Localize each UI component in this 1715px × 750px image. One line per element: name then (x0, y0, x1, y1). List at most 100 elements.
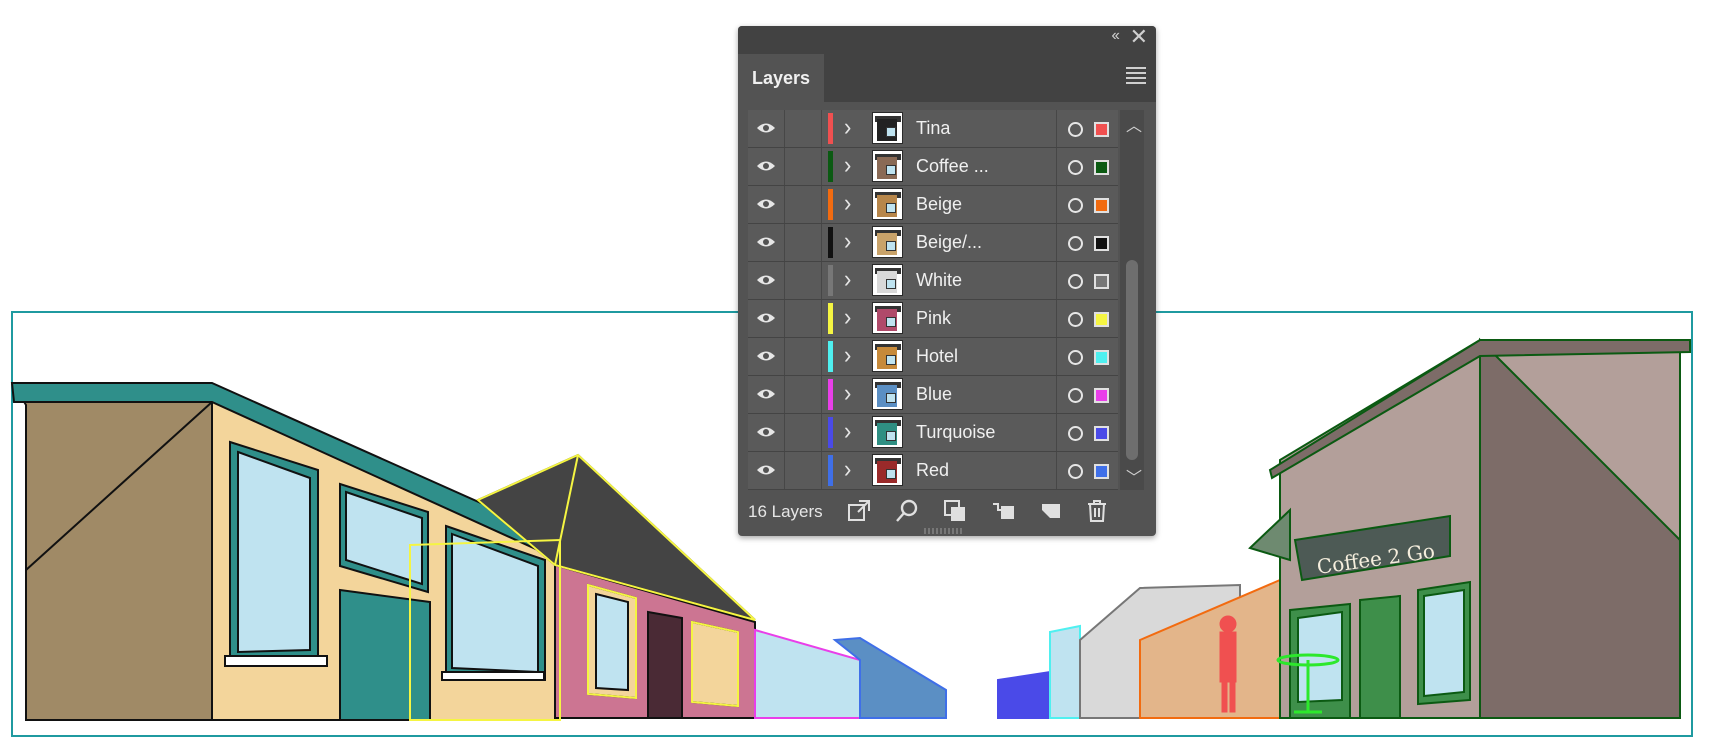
expand-chevron-icon[interactable]: › (844, 112, 851, 142)
scroll-thumb[interactable] (1126, 260, 1138, 460)
target-circle-icon[interactable] (1068, 236, 1083, 251)
eye-icon (757, 199, 775, 209)
layer-name[interactable]: Tina (916, 118, 950, 139)
delete-layer-icon[interactable] (1084, 498, 1110, 524)
layer-name[interactable]: Beige/... (916, 232, 982, 253)
export-icon[interactable] (846, 498, 872, 524)
layer-name[interactable]: Coffee ... (916, 156, 989, 177)
lock-toggle[interactable] (785, 376, 822, 413)
layer-name[interactable]: Red (916, 460, 949, 481)
target-circle-icon[interactable] (1068, 388, 1083, 403)
selection-color-square[interactable] (1094, 236, 1109, 251)
selection-color-square[interactable] (1094, 350, 1109, 365)
layer-color-bar (828, 379, 833, 410)
visibility-toggle[interactable] (748, 224, 785, 261)
layer-row[interactable]: › Red (748, 452, 1118, 490)
selection-color-square[interactable] (1094, 464, 1109, 479)
panel-resize-grip[interactable] (924, 528, 964, 534)
expand-chevron-icon[interactable]: › (844, 416, 851, 446)
selection-color-square[interactable] (1094, 274, 1109, 289)
collapse-panel-icon[interactable]: ‹‹ (1111, 27, 1120, 45)
eye-icon (757, 389, 775, 399)
layer-name[interactable]: White (916, 270, 962, 291)
visibility-toggle[interactable] (748, 148, 785, 185)
expand-chevron-icon[interactable]: › (844, 226, 851, 256)
panel-menu-icon[interactable] (1126, 64, 1146, 84)
expand-chevron-icon[interactable]: › (844, 454, 851, 484)
target-circle-icon[interactable] (1068, 426, 1083, 441)
layer-row[interactable]: › Tina (748, 110, 1118, 148)
layer-row[interactable]: › White (748, 262, 1118, 300)
visibility-toggle[interactable] (748, 338, 785, 375)
target-circle-icon[interactable] (1068, 464, 1083, 479)
layer-thumbnail (872, 340, 903, 372)
target-circle-icon[interactable] (1068, 122, 1083, 137)
layer-name[interactable]: Turquoise (916, 422, 995, 443)
lock-toggle[interactable] (785, 262, 822, 299)
lock-toggle[interactable] (785, 224, 822, 261)
selection-color-square[interactable] (1094, 160, 1109, 175)
eye-icon (757, 351, 775, 361)
create-sublayer-icon[interactable] (990, 498, 1016, 524)
selection-color-square[interactable] (1094, 312, 1109, 327)
scroll-down-icon[interactable]: ﹀ (1126, 464, 1142, 488)
target-cell (1056, 262, 1119, 299)
layer-row[interactable]: › Pink (748, 300, 1118, 338)
make-clipping-mask-icon[interactable] (942, 498, 968, 524)
visibility-toggle[interactable] (748, 376, 785, 413)
target-circle-icon[interactable] (1068, 350, 1083, 365)
expand-chevron-icon[interactable]: › (844, 340, 851, 370)
expand-chevron-icon[interactable]: › (844, 302, 851, 332)
expand-chevron-icon[interactable]: › (844, 150, 851, 180)
close-icon[interactable]: ✕ (1130, 24, 1148, 50)
lock-toggle[interactable] (785, 186, 822, 223)
layer-name[interactable]: Beige (916, 194, 962, 215)
expand-chevron-icon[interactable]: › (844, 378, 851, 408)
expand-chevron-icon[interactable]: › (844, 188, 851, 218)
selection-color-square[interactable] (1094, 388, 1109, 403)
lock-toggle[interactable] (785, 414, 822, 451)
lock-toggle[interactable] (785, 110, 822, 147)
layer-row[interactable]: › Beige/... (748, 224, 1118, 262)
visibility-toggle[interactable] (748, 452, 785, 489)
selection-color-square[interactable] (1094, 122, 1109, 137)
layer-color-bar (828, 265, 833, 296)
target-circle-icon[interactable] (1068, 160, 1083, 175)
visibility-toggle[interactable] (748, 300, 785, 337)
lock-toggle[interactable] (785, 148, 822, 185)
tab-layers[interactable]: Layers (738, 54, 824, 102)
locate-object-icon[interactable] (894, 498, 920, 524)
visibility-toggle[interactable] (748, 110, 785, 147)
target-cell (1056, 376, 1119, 413)
target-circle-icon[interactable] (1068, 312, 1083, 327)
scroll-up-icon[interactable]: ︿ (1126, 112, 1142, 136)
panel-titlebar[interactable]: ‹‹ ✕ (738, 24, 1156, 50)
create-new-layer-icon[interactable] (1038, 498, 1064, 524)
layer-row[interactable]: › Coffee ... (748, 148, 1118, 186)
layers-scrollbar[interactable]: ︿ ﹀ (1120, 110, 1144, 490)
layer-row[interactable]: › Blue (748, 376, 1118, 414)
target-cell (1056, 338, 1119, 375)
visibility-toggle[interactable] (748, 186, 785, 223)
expand-chevron-icon[interactable]: › (844, 264, 851, 294)
layer-color-bar (828, 303, 833, 334)
layer-color-bar (828, 227, 833, 258)
layer-name[interactable]: Blue (916, 384, 952, 405)
target-circle-icon[interactable] (1068, 274, 1083, 289)
blue-buildings (754, 624, 1081, 719)
layer-row[interactable]: › Beige (748, 186, 1118, 224)
lock-toggle[interactable] (785, 452, 822, 489)
layer-name[interactable]: Hotel (916, 346, 958, 367)
visibility-toggle[interactable] (748, 262, 785, 299)
layer-row[interactable]: › Turquoise (748, 414, 1118, 452)
lock-toggle[interactable] (785, 300, 822, 337)
layer-row[interactable]: › Hotel (748, 338, 1118, 376)
selection-color-square[interactable] (1094, 198, 1109, 213)
panel-tab-strip: Layers (738, 50, 1156, 102)
target-circle-icon[interactable] (1068, 198, 1083, 213)
lock-toggle[interactable] (785, 338, 822, 375)
visibility-toggle[interactable] (748, 414, 785, 451)
layer-name[interactable]: Pink (916, 308, 951, 329)
selection-color-square[interactable] (1094, 426, 1109, 441)
layer-thumbnail (872, 302, 903, 334)
